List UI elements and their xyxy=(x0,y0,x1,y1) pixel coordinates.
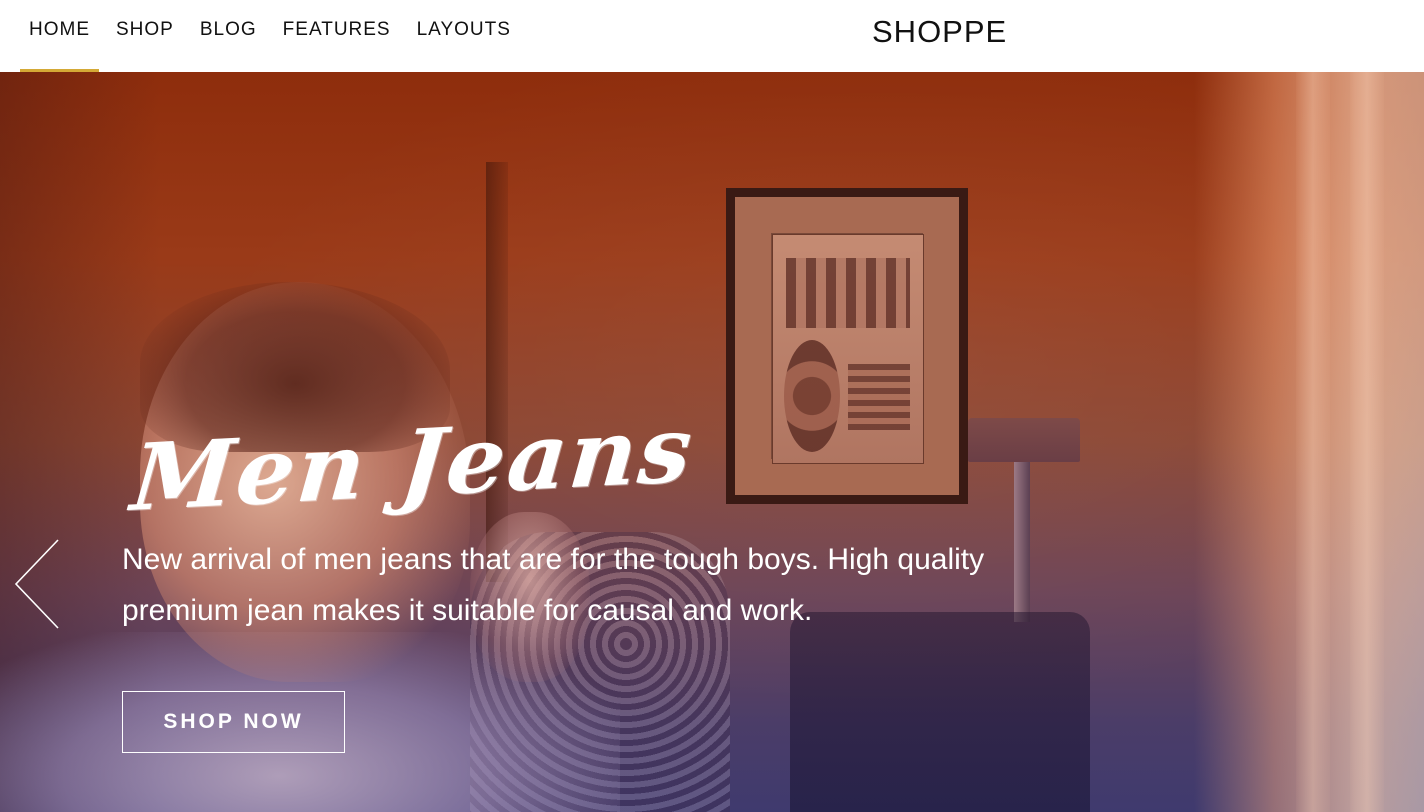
wall-picture-art xyxy=(772,234,924,464)
window-light xyxy=(1194,72,1424,812)
hero-description: New arrival of men jeans that are for th… xyxy=(122,543,985,627)
nav-item-label: HOME xyxy=(29,19,90,40)
nav-item-label: BLOG xyxy=(199,19,257,40)
nav-item-home[interactable]: HOME xyxy=(20,0,99,72)
shop-now-button[interactable]: SHOP NOW xyxy=(122,691,345,753)
nav-item-shop[interactable]: SHOP xyxy=(107,0,183,72)
lamp-shade xyxy=(968,418,1080,462)
site-header: HOME SHOP BLOG FEATURES LAYOUTS SHOPPE xyxy=(0,0,1424,72)
main-nav: HOME SHOP BLOG FEATURES LAYOUTS xyxy=(20,0,528,72)
nav-item-label: SHOP xyxy=(116,19,174,40)
nav-item-label: LAYOUTS xyxy=(416,19,511,40)
wall-picture-frame xyxy=(726,188,968,504)
hero-title: Men Jeans xyxy=(127,394,698,532)
chair-silhouette xyxy=(790,612,1090,812)
wall-picture-medallion xyxy=(784,340,840,452)
chevron-left-icon[interactable] xyxy=(12,538,62,632)
nav-item-label: FEATURES xyxy=(282,19,391,40)
hero-slider: Men Jeans New arrival of men jeans that … xyxy=(0,72,1424,812)
nav-item-features[interactable]: FEATURES xyxy=(274,0,400,72)
curtain-fold xyxy=(1296,72,1330,812)
door-frame-decor xyxy=(486,162,508,582)
wall-picture-panel xyxy=(848,364,910,430)
wall-picture-figures xyxy=(786,258,910,328)
curtain-fold xyxy=(1350,72,1384,812)
nav-item-layouts[interactable]: LAYOUTS xyxy=(408,0,520,72)
site-logo[interactable]: SHOPPE xyxy=(872,14,1007,50)
nav-item-blog[interactable]: BLOG xyxy=(191,0,266,72)
